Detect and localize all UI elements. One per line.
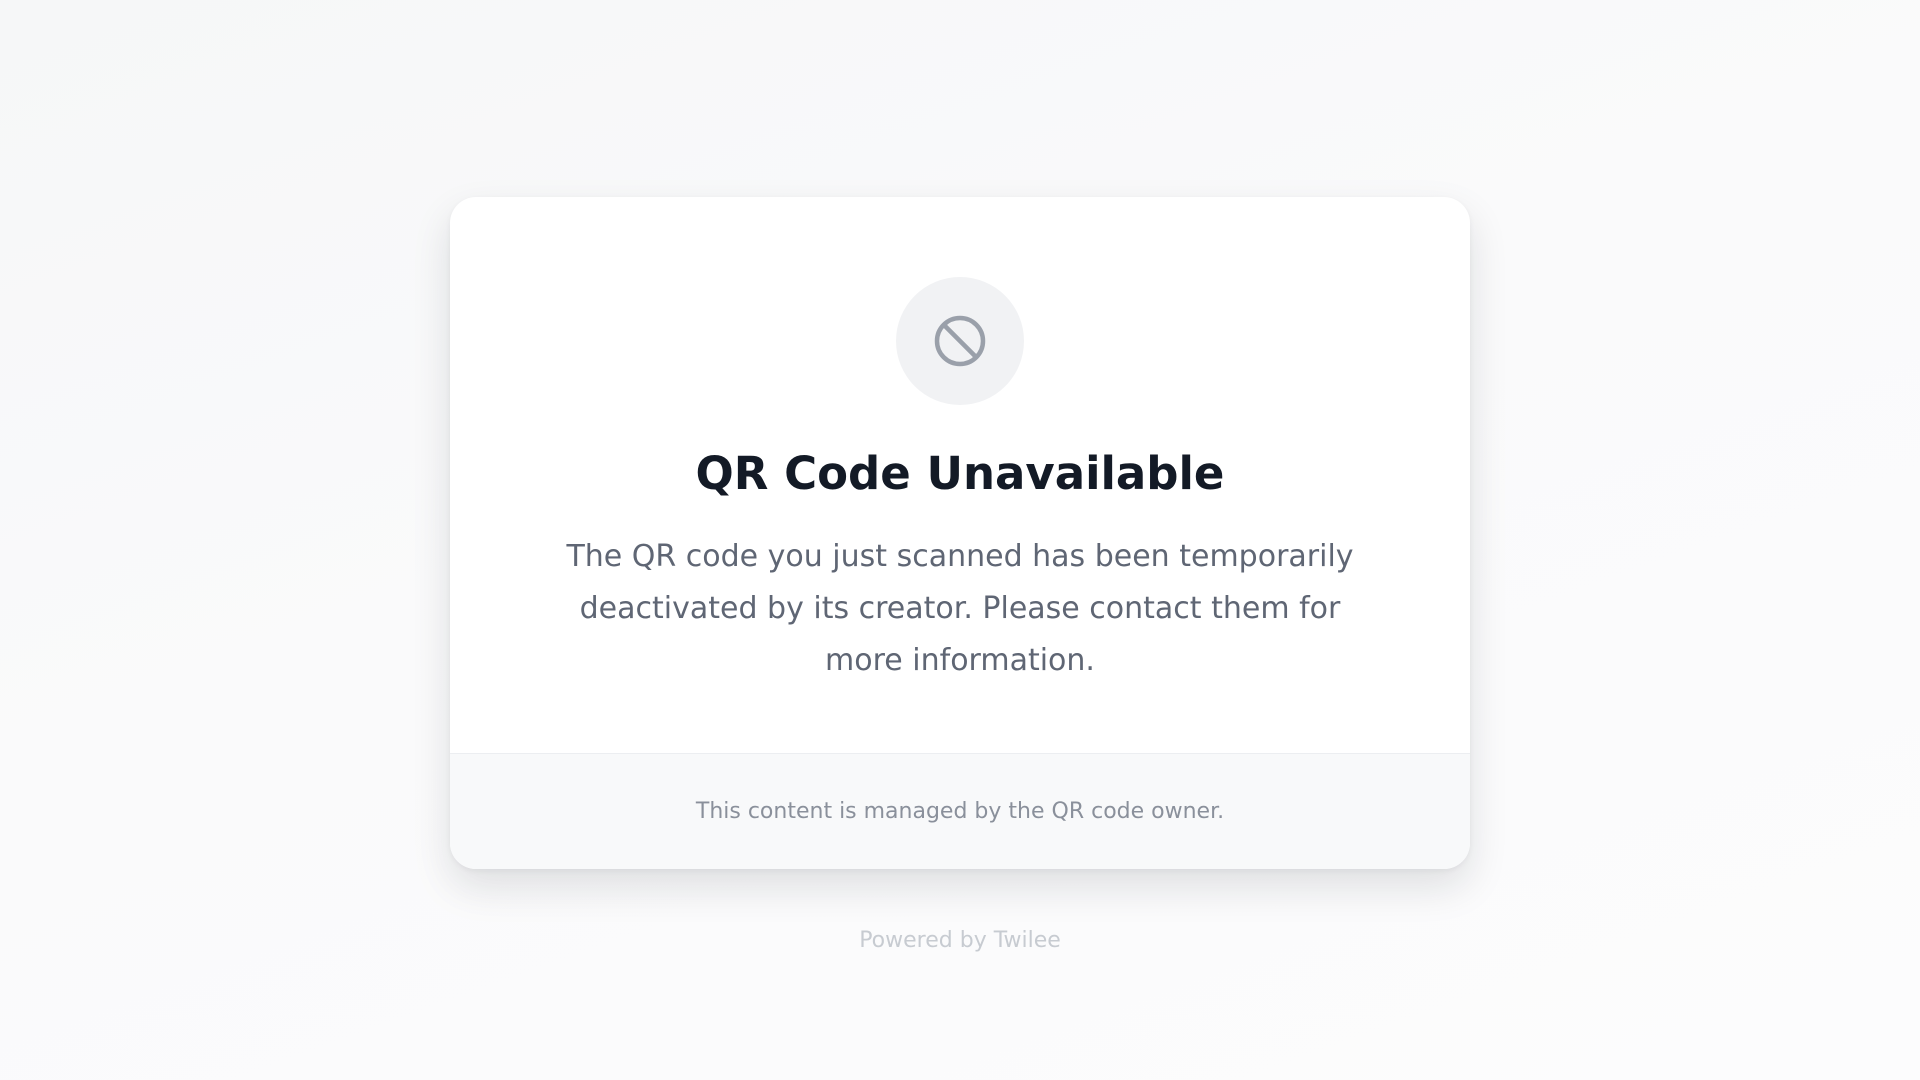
ban-icon bbox=[934, 315, 986, 367]
status-message: The QR code you just scanned has been te… bbox=[566, 539, 1354, 678]
card-body: QR Code Unavailable The QR code you just… bbox=[450, 197, 1470, 754]
card-footer: This content is managed by the QR code o… bbox=[450, 753, 1470, 869]
powered-by-text: Powered by Twilee bbox=[859, 928, 1061, 953]
icon-circle bbox=[896, 277, 1024, 405]
unavailable-card: QR Code Unavailable The QR code you just… bbox=[450, 197, 1470, 869]
page-title: QR Code Unavailable bbox=[695, 447, 1225, 500]
footer-note: This content is managed by the QR code o… bbox=[695, 799, 1225, 824]
